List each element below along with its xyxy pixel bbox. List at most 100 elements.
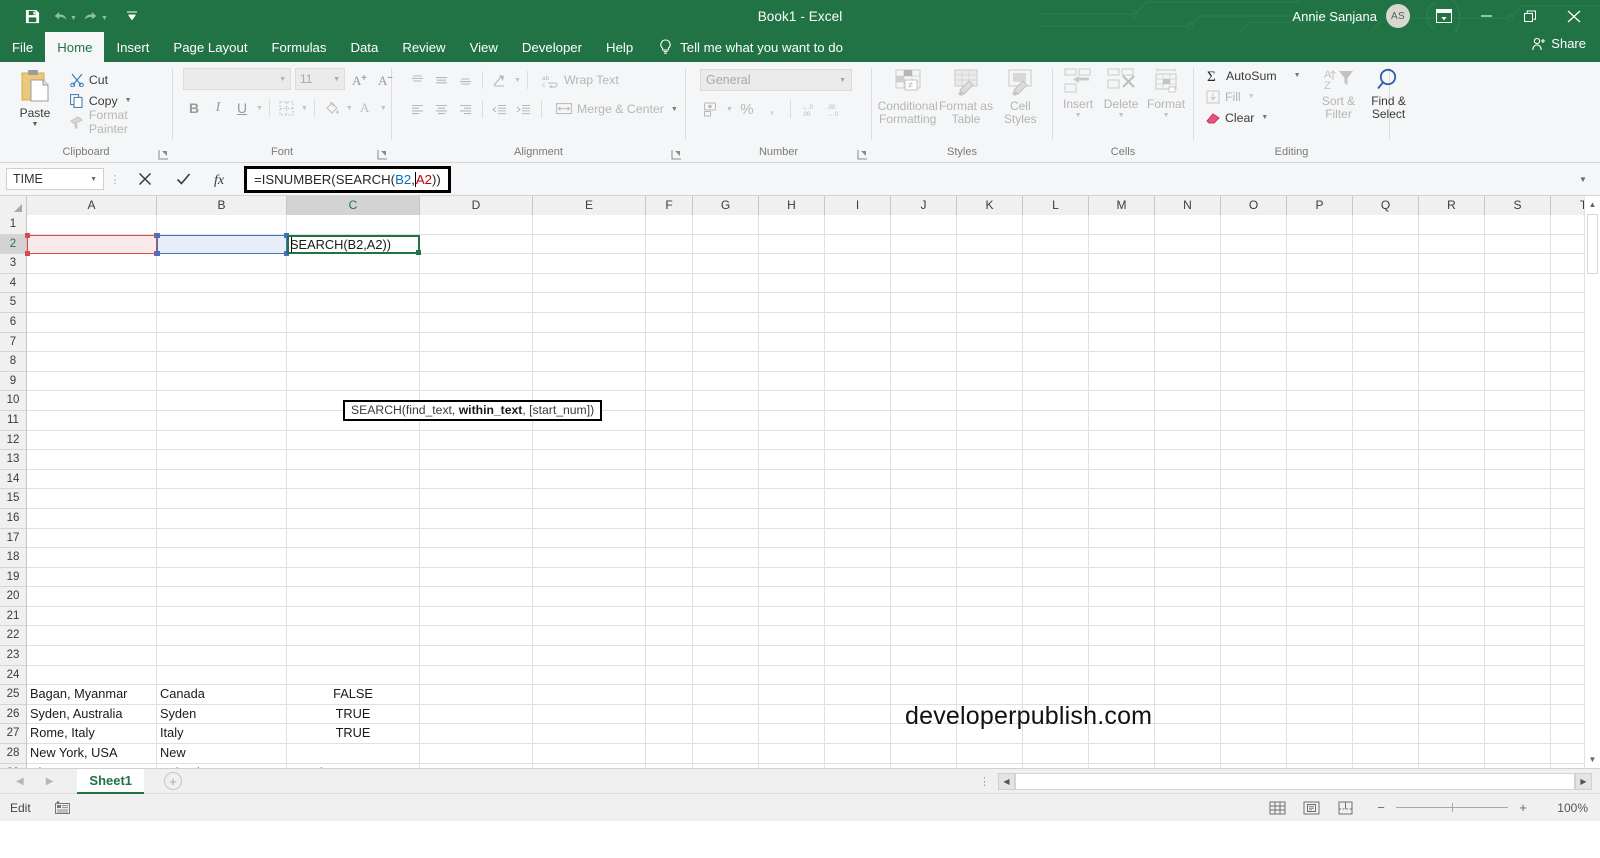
cell-A19[interactable]	[27, 410, 157, 431]
cell-Q26[interactable]	[1353, 273, 1419, 294]
cell-G3[interactable]	[693, 724, 759, 745]
cell-J17[interactable]	[891, 450, 957, 470]
row-header-25[interactable]: 25	[0, 685, 27, 705]
cell-F16[interactable]	[646, 469, 693, 490]
undo-dropdown-icon[interactable]: ▼	[70, 15, 77, 22]
cell-R12[interactable]	[1419, 548, 1485, 568]
cell-B26[interactable]	[157, 273, 287, 294]
cell-M6[interactable]	[1089, 665, 1155, 686]
cell-E5[interactable]	[533, 685, 646, 705]
grow-font-button[interactable]: A	[349, 68, 371, 90]
cell-A6[interactable]	[27, 665, 157, 686]
cell-H13[interactable]	[759, 528, 825, 549]
cell-J26[interactable]	[891, 273, 957, 294]
cell-I12[interactable]	[825, 548, 891, 568]
cell-Q6[interactable]	[1353, 665, 1419, 686]
cell-P18[interactable]	[1287, 430, 1353, 451]
cell-P22[interactable]	[1287, 352, 1353, 372]
cell-area[interactable]: Bagan, Myanmar Canada FALSE Syden, Australi…	[25, 215, 1600, 768]
cell-N2[interactable]	[1155, 744, 1221, 764]
cell-O8[interactable]	[1221, 626, 1287, 647]
cell-B28[interactable]	[157, 234, 287, 255]
cell-B10[interactable]	[157, 587, 287, 607]
cell-E10[interactable]	[533, 587, 646, 607]
cell-O11[interactable]	[1221, 567, 1287, 588]
cell-A22[interactable]	[27, 352, 157, 372]
name-box[interactable]: TIME ▼	[6, 168, 104, 190]
cell-E23[interactable]	[533, 332, 646, 353]
cell-L10[interactable]	[1023, 587, 1089, 607]
clear-button[interactable]: Clear ▼	[1204, 107, 1303, 128]
cell-L18[interactable]	[1023, 430, 1089, 451]
cell-C13[interactable]	[287, 528, 420, 549]
tab-formulas[interactable]: Formulas	[259, 32, 338, 62]
autosum-dropdown-icon[interactable]: ▼	[1294, 72, 1301, 79]
cell-M9[interactable]	[1089, 606, 1155, 627]
cell-S20[interactable]	[1485, 391, 1551, 411]
cell-P26[interactable]	[1287, 273, 1353, 294]
vertical-scroll-thumb[interactable]	[1587, 214, 1598, 274]
cell-J29[interactable]	[891, 215, 957, 235]
cell-K18[interactable]	[957, 430, 1023, 451]
cell-G11[interactable]	[693, 567, 759, 588]
cell-H21[interactable]	[759, 371, 825, 392]
cell-J10[interactable]	[891, 587, 957, 607]
cell-Q20[interactable]	[1353, 391, 1419, 411]
column-header-g[interactable]: G	[693, 196, 759, 215]
cell-H18[interactable]	[759, 430, 825, 451]
cell-F11[interactable]	[646, 567, 693, 588]
row-header-14[interactable]: 14	[0, 469, 27, 490]
cell-Q7[interactable]	[1353, 646, 1419, 666]
cell-Q15[interactable]	[1353, 489, 1419, 509]
insert-cells-button[interactable]: Insert ▼	[1057, 66, 1099, 119]
cell-R18[interactable]	[1419, 430, 1485, 451]
cell-I4[interactable]	[825, 704, 891, 725]
cell-N4[interactable]	[1155, 704, 1221, 725]
cell-K27[interactable]	[957, 254, 1023, 274]
cell-I24[interactable]	[825, 312, 891, 333]
cell-K14[interactable]	[957, 508, 1023, 529]
cell-I9[interactable]	[825, 606, 891, 627]
cell-J23[interactable]	[891, 332, 957, 353]
cell-S10[interactable]	[1485, 587, 1551, 607]
cell-G19[interactable]	[693, 410, 759, 431]
font-size-input[interactable]: 11 ▼	[295, 68, 345, 90]
cell-B8[interactable]	[157, 626, 287, 647]
cell-M2[interactable]	[1089, 744, 1155, 764]
cell-P21[interactable]	[1287, 371, 1353, 392]
cell-C25[interactable]	[287, 293, 420, 313]
cell-P16[interactable]	[1287, 469, 1353, 490]
cell-C2[interactable]	[287, 744, 420, 764]
cell-J4[interactable]	[891, 704, 957, 725]
cell-L21[interactable]	[1023, 371, 1089, 392]
cell-R22[interactable]	[1419, 352, 1485, 372]
row-header-28[interactable]: 28	[0, 744, 27, 764]
row-header-10[interactable]: 10	[0, 391, 27, 411]
cell-F24[interactable]	[646, 312, 693, 333]
cell-Q10[interactable]	[1353, 587, 1419, 607]
cell-O3[interactable]	[1221, 724, 1287, 745]
cell-E6[interactable]	[533, 665, 646, 686]
cell-S28[interactable]	[1485, 234, 1551, 255]
cell-R14[interactable]	[1419, 508, 1485, 529]
cell-B12[interactable]	[157, 548, 287, 568]
cell-R24[interactable]	[1419, 312, 1485, 333]
cell-K28[interactable]	[957, 234, 1023, 255]
cell-I14[interactable]	[825, 508, 891, 529]
merge-center-dropdown-icon[interactable]: ▼	[671, 106, 678, 113]
cell-G29[interactable]	[693, 215, 759, 235]
cell-G22[interactable]	[693, 352, 759, 372]
cell-I15[interactable]	[825, 489, 891, 509]
cell-M18[interactable]	[1089, 430, 1155, 451]
cell-K6[interactable]	[957, 665, 1023, 686]
cell-S26[interactable]	[1485, 273, 1551, 294]
cell-F21[interactable]	[646, 371, 693, 392]
cell-K12[interactable]	[957, 548, 1023, 568]
cell-H29[interactable]	[759, 215, 825, 235]
cell-L14[interactable]	[1023, 508, 1089, 529]
column-header-e[interactable]: E	[533, 196, 646, 215]
format-cells-dropdown-icon[interactable]: ▼	[1163, 112, 1170, 119]
cell-Q13[interactable]	[1353, 528, 1419, 549]
cell-Q5[interactable]	[1353, 685, 1419, 705]
redo-dropdown-icon[interactable]: ▼	[101, 15, 108, 22]
